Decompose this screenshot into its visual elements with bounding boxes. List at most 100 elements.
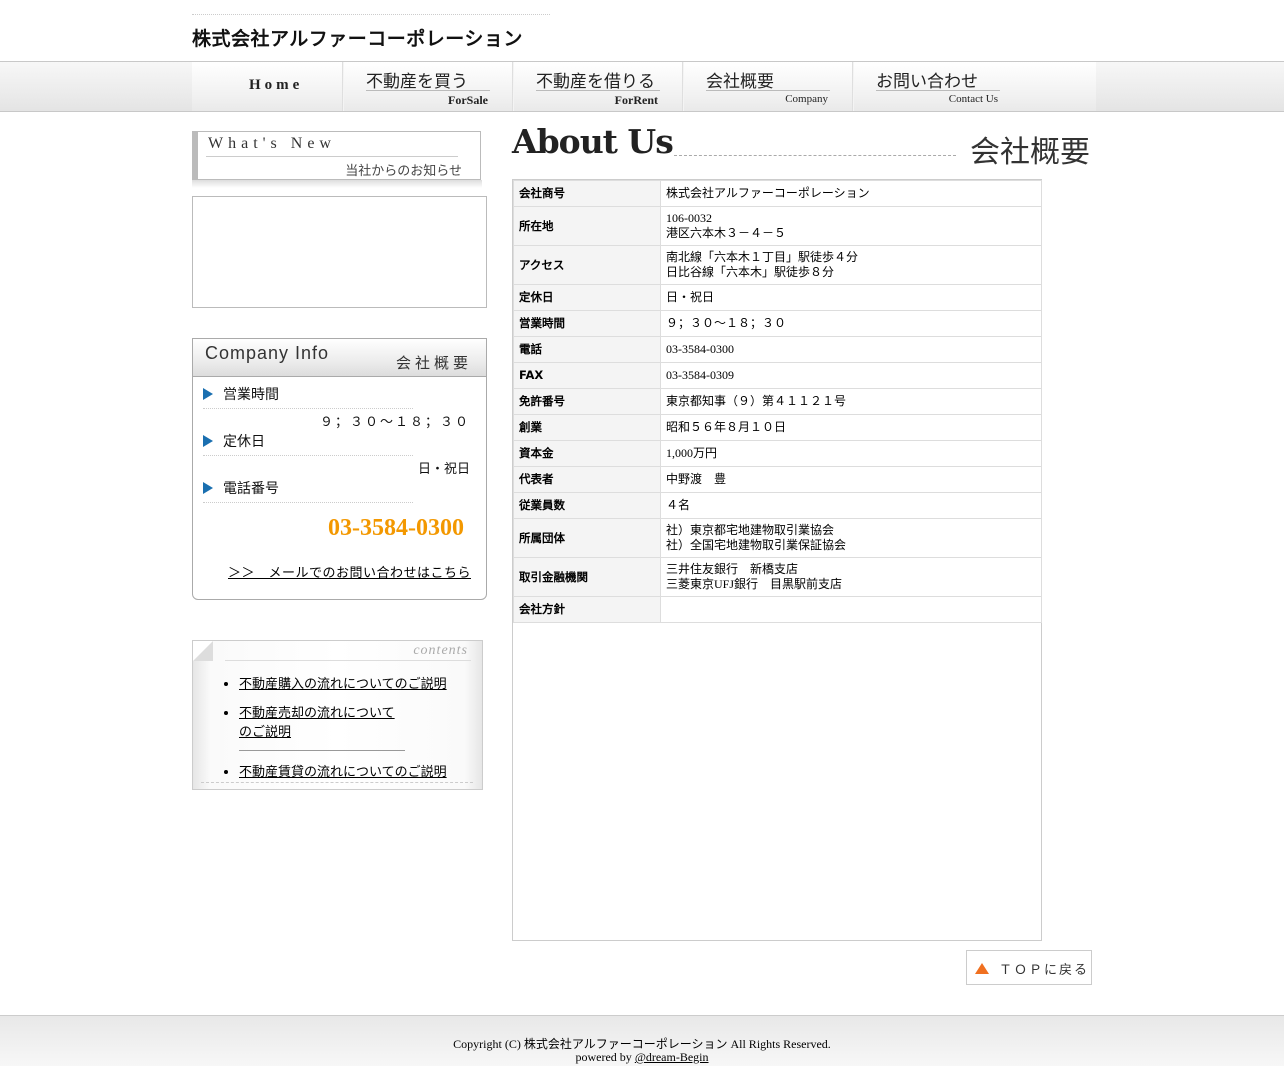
main-nav: Home 不動産を買う ForSale 不動産を借りる ForRent 会社概要… xyxy=(0,61,1284,112)
hours-row: 営業時間 xyxy=(203,384,413,409)
table-row: 免許番号 東京都知事（９）第４１１２１号 xyxy=(513,388,1042,415)
holiday-row: 定休日 xyxy=(203,431,413,456)
row-value: ９；３０～１８；３０ xyxy=(660,310,1042,337)
table-row: アクセス 南北線「六本木１丁目」駅徒歩４分 日比谷線「六本木」駅徒歩８分 xyxy=(513,245,1042,285)
site-header: 株式会社アルファーコーポレーション xyxy=(0,0,1284,61)
row-label: 営業時間 xyxy=(513,310,661,337)
powered-by-prefix: powered by xyxy=(575,1050,635,1064)
row-value-line: 1,000万円 xyxy=(666,446,718,460)
row-label: 定休日 xyxy=(513,284,661,311)
nav-item-sublabel: ForRent xyxy=(614,93,658,107)
row-label: 取引金融機関 xyxy=(513,557,661,597)
contents-list: 不動産購入の流れについてのご説明 不動産売却の流れについてのご説明 不動産賃貸の… xyxy=(193,665,447,780)
company-table-panel: 会社商号 株式会社アルファーコーポレーション 所在地 106-0032 港区六本木３－４… xyxy=(512,179,1042,941)
nav-item-for-sale[interactable]: 不動産を買う ForSale xyxy=(344,62,514,111)
contents-title: contents xyxy=(413,643,468,658)
row-value-line: 三菱東京UFJ銀行 目黒駅前支店 xyxy=(666,577,843,591)
nav-item-sublabel: ForSale xyxy=(448,93,488,107)
row-value: 1,000万円 xyxy=(660,440,1042,467)
whats-new-panel xyxy=(192,196,487,308)
row-value-line: 社）全国宅地建物取引業保証協会 xyxy=(666,538,847,552)
whats-new-shadow xyxy=(192,180,482,188)
nav-item-for-rent[interactable]: 不動産を借りる ForRent xyxy=(514,62,684,111)
row-label: 所属団体 xyxy=(513,518,661,558)
row-label: 会社商号 xyxy=(513,180,661,207)
row-value: 中野渡 豊 xyxy=(660,466,1042,493)
row-label: 所在地 xyxy=(513,206,661,246)
nav-item-contact[interactable]: お問い合わせ Contact Us xyxy=(854,62,1024,111)
row-value-line: ９；３０～１８；３０ xyxy=(666,316,787,330)
table-row: 従業員数 ４名 xyxy=(513,492,1042,519)
row-value: 03-3584-0300 xyxy=(660,336,1042,363)
row-value-line: ４名 xyxy=(666,498,691,512)
row-label: 免許番号 xyxy=(513,388,661,415)
row-label: FAX xyxy=(513,362,661,389)
purchase-flow-link[interactable]: 不動産購入の流れについてのご説明 xyxy=(239,676,447,691)
mail-contact-link[interactable]: ＞＞ メールでのお問い合わせはこちら xyxy=(228,562,471,581)
nav-item-label: 会社概要 xyxy=(706,72,774,91)
list-item: 不動産購入の流れについてのご説明 xyxy=(239,673,447,692)
row-value-line: 日・祝日 xyxy=(666,290,715,304)
back-to-top-label: ＴＯＰに戻る xyxy=(999,962,1090,977)
rental-flow-link[interactable]: 不動産賃貸の流れについてのご説明 xyxy=(239,764,447,779)
contents-panel: contents 不動産購入の流れについてのご説明 不動産売却の流れについてのご… xyxy=(192,640,483,790)
nav-item-company[interactable]: 会社概要 Company xyxy=(684,62,854,111)
header-divider xyxy=(192,14,550,15)
sale-flow-link[interactable]: 不動産売却の流れについてのご説明 xyxy=(239,705,395,739)
arrow-right-icon xyxy=(203,482,213,494)
table-row: 定休日 日・祝日 xyxy=(513,284,1042,311)
table-row: 営業時間 ９；３０～１８；３０ xyxy=(513,310,1042,337)
page-title: About Us xyxy=(512,122,674,161)
company-info-panel: Company Info 会社概要 営業時間 ９；３０～１８；３０ 定休日 日・… xyxy=(192,338,487,600)
row-value: 03-3584-0309 xyxy=(660,362,1042,389)
phone-row: 電話番号 xyxy=(203,478,413,503)
row-value-line: 社）東京都宅地建物取引業協会 xyxy=(666,523,835,537)
nav-item-sublabel: Contact Us xyxy=(948,93,998,105)
row-value: 社）東京都宅地建物取引業協会 社）全国宅地建物取引業保証協会 xyxy=(660,518,1042,558)
nav-item-label: 不動産を買う xyxy=(366,72,468,91)
table-row: 取引金融機関 三井住友銀行 新橋支店 三菱東京UFJ銀行 目黒駅前支店 xyxy=(513,557,1042,597)
row-value: 東京都知事（９）第４１１２１号 xyxy=(660,388,1042,415)
row-value-line: 中野渡 豊 xyxy=(666,472,727,486)
hours-value: ９；３０～１８；３０ xyxy=(319,414,470,429)
row-label: 従業員数 xyxy=(513,492,661,519)
row-value-line: 港区六本木３－４－５ xyxy=(666,226,787,240)
arrow-right-icon xyxy=(203,435,213,447)
row-value: 南北線「六本木１丁目」駅徒歩４分 日比谷線「六本木」駅徒歩８分 xyxy=(660,245,1042,285)
row-value-line: 東京都知事（９）第４１１２１号 xyxy=(666,394,847,408)
row-value-line: 昭和５６年８月１０日 xyxy=(666,420,787,434)
row-label: 代表者 xyxy=(513,466,661,493)
table-row: 資本金 1,000万円 xyxy=(513,440,1042,467)
row-label: 会社方針 xyxy=(513,596,661,623)
holiday-value: 日・祝日 xyxy=(417,461,470,476)
row-label: 創業 xyxy=(513,414,661,441)
row-value: 日・祝日 xyxy=(660,284,1042,311)
nav-item-label: お問い合わせ xyxy=(876,72,978,91)
up-arrow-icon xyxy=(975,963,989,974)
phone-number: 03-3584-0300 xyxy=(328,515,464,541)
list-item: 不動産賃貸の流れについてのご説明 xyxy=(239,761,447,780)
row-value-line: 南北線「六本木１丁目」駅徒歩４分 xyxy=(666,250,859,264)
nav-item-home[interactable]: Home xyxy=(192,62,344,111)
list-item: 不動産売却の流れについてのご説明 xyxy=(239,702,405,751)
row-label: 資本金 xyxy=(513,440,661,467)
whats-new-subtitle: 当社からのお知らせ xyxy=(345,163,462,178)
row-value: 三井住友銀行 新橋支店 三菱東京UFJ銀行 目黒駅前支店 xyxy=(660,557,1042,597)
company-info-subtitle: 会社概要 xyxy=(395,356,472,372)
row-value-line: 106-0032 xyxy=(666,211,712,225)
arrow-right-icon xyxy=(203,388,213,400)
hours-label: 営業時間 xyxy=(223,387,279,403)
table-row: 電話 03-3584-0300 xyxy=(513,336,1042,363)
company-info-title: Company Info xyxy=(205,343,330,363)
company-info-header: Company Info 会社概要 xyxy=(193,339,486,377)
site-title[interactable]: 株式会社アルファーコーポレーション xyxy=(192,24,523,51)
row-value-line: 三井住友銀行 新橋支店 xyxy=(666,562,799,576)
row-value xyxy=(660,596,1042,623)
table-row: 会社方針 xyxy=(513,596,1042,623)
table-row: 創業 昭和５６年８月１０日 xyxy=(513,414,1042,441)
back-to-top-button[interactable]: ＴＯＰに戻る xyxy=(966,950,1092,985)
table-row: 会社商号 株式会社アルファーコーポレーション xyxy=(513,180,1042,207)
powered-by-link[interactable]: @dream-Begin xyxy=(635,1050,709,1064)
row-value-line: 株式会社アルファーコーポレーション xyxy=(666,186,870,200)
company-table: 会社商号 株式会社アルファーコーポレーション 所在地 106-0032 港区六本木３－４… xyxy=(513,180,1042,623)
